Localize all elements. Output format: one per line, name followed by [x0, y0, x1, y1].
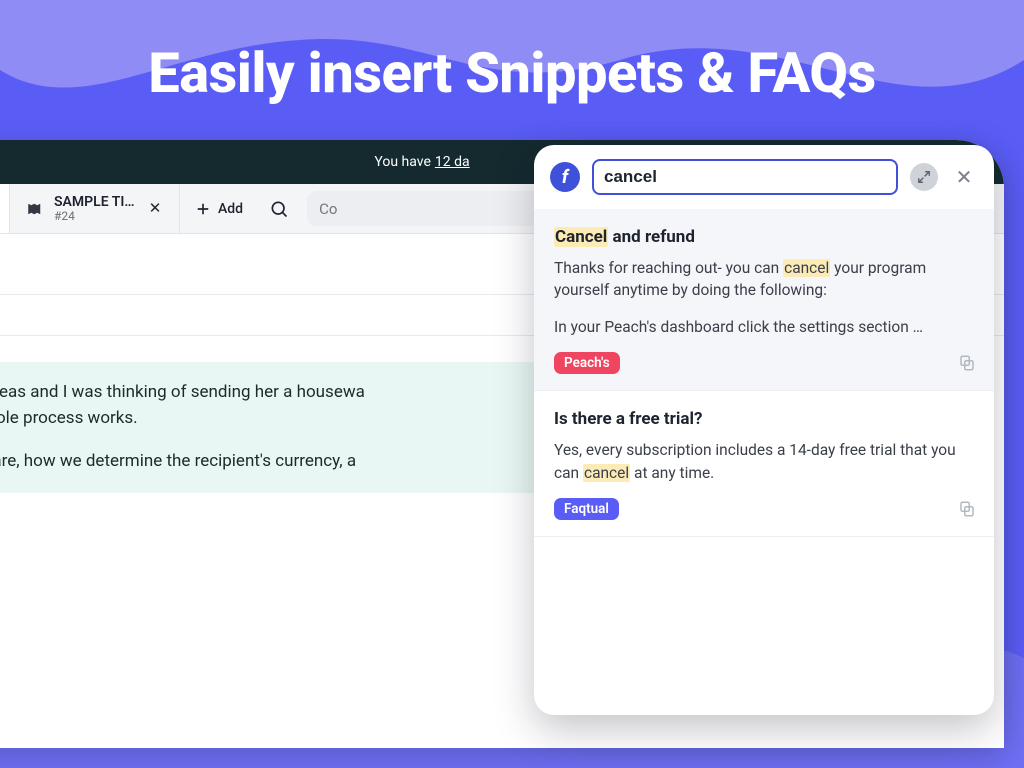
- result-body: Thanks for reaching out- you can cancel …: [554, 257, 974, 338]
- snippet-popover: f ✕ Cancel and refund Thanks for reachin…: [534, 145, 994, 715]
- highlight: Cancel: [554, 227, 608, 247]
- ticket-icon: [26, 200, 44, 218]
- highlight: cancel: [583, 464, 630, 482]
- trial-banner-prefix: You have: [374, 154, 430, 170]
- marketing-headline: Easily insert Snippets & FAQs: [0, 40, 1024, 106]
- expand-icon[interactable]: [910, 163, 938, 191]
- plus-icon: [194, 200, 212, 218]
- tab-ticket[interactable]: SAMPLE TI… #24 ✕: [10, 184, 180, 233]
- add-tab-button[interactable]: Add: [180, 184, 257, 233]
- source-tag[interactable]: Faqtual: [554, 498, 619, 520]
- copy-icon[interactable]: [958, 354, 976, 376]
- brand-logo-icon: f: [550, 162, 580, 192]
- message-line: e denominations are, how we determine th…: [0, 449, 538, 475]
- popover-close-button[interactable]: ✕: [950, 165, 978, 189]
- customer-message: ently moved overseas and I was thinking …: [0, 362, 560, 493]
- search-icon: [269, 199, 289, 219]
- message-line: ently moved overseas and I was thinking …: [0, 382, 365, 402]
- tab-title: SAMPLE TI…: [54, 194, 135, 210]
- result-body: Yes, every subscription includes a 14-da…: [554, 439, 974, 484]
- tab-close-icon[interactable]: ✕: [147, 201, 163, 217]
- popover-header: f ✕: [534, 145, 994, 209]
- copy-icon[interactable]: [958, 500, 976, 522]
- result-title: Cancel and refund: [554, 227, 974, 247]
- snippet-result[interactable]: Is there a free trial? Yes, every subscr…: [534, 391, 994, 537]
- result-title: Is there a free trial?: [554, 409, 974, 429]
- tab-contact[interactable]: ke Jacks… ✕: [0, 184, 10, 233]
- snippet-result[interactable]: Cancel and refund Thanks for reaching ou…: [534, 209, 994, 391]
- add-tab-label: Add: [218, 201, 243, 217]
- highlight: cancel: [783, 259, 830, 277]
- snippet-search-value[interactable]: [604, 167, 886, 187]
- source-tag[interactable]: Peach's: [554, 352, 620, 374]
- tab-subtitle: #24: [54, 210, 135, 224]
- search-button[interactable]: [257, 184, 301, 233]
- trial-banner-days[interactable]: 12 da: [435, 154, 470, 170]
- snippet-search-input[interactable]: [592, 159, 898, 195]
- search-input-value: Co: [319, 200, 337, 218]
- message-line: about how the whole process works.: [0, 408, 138, 428]
